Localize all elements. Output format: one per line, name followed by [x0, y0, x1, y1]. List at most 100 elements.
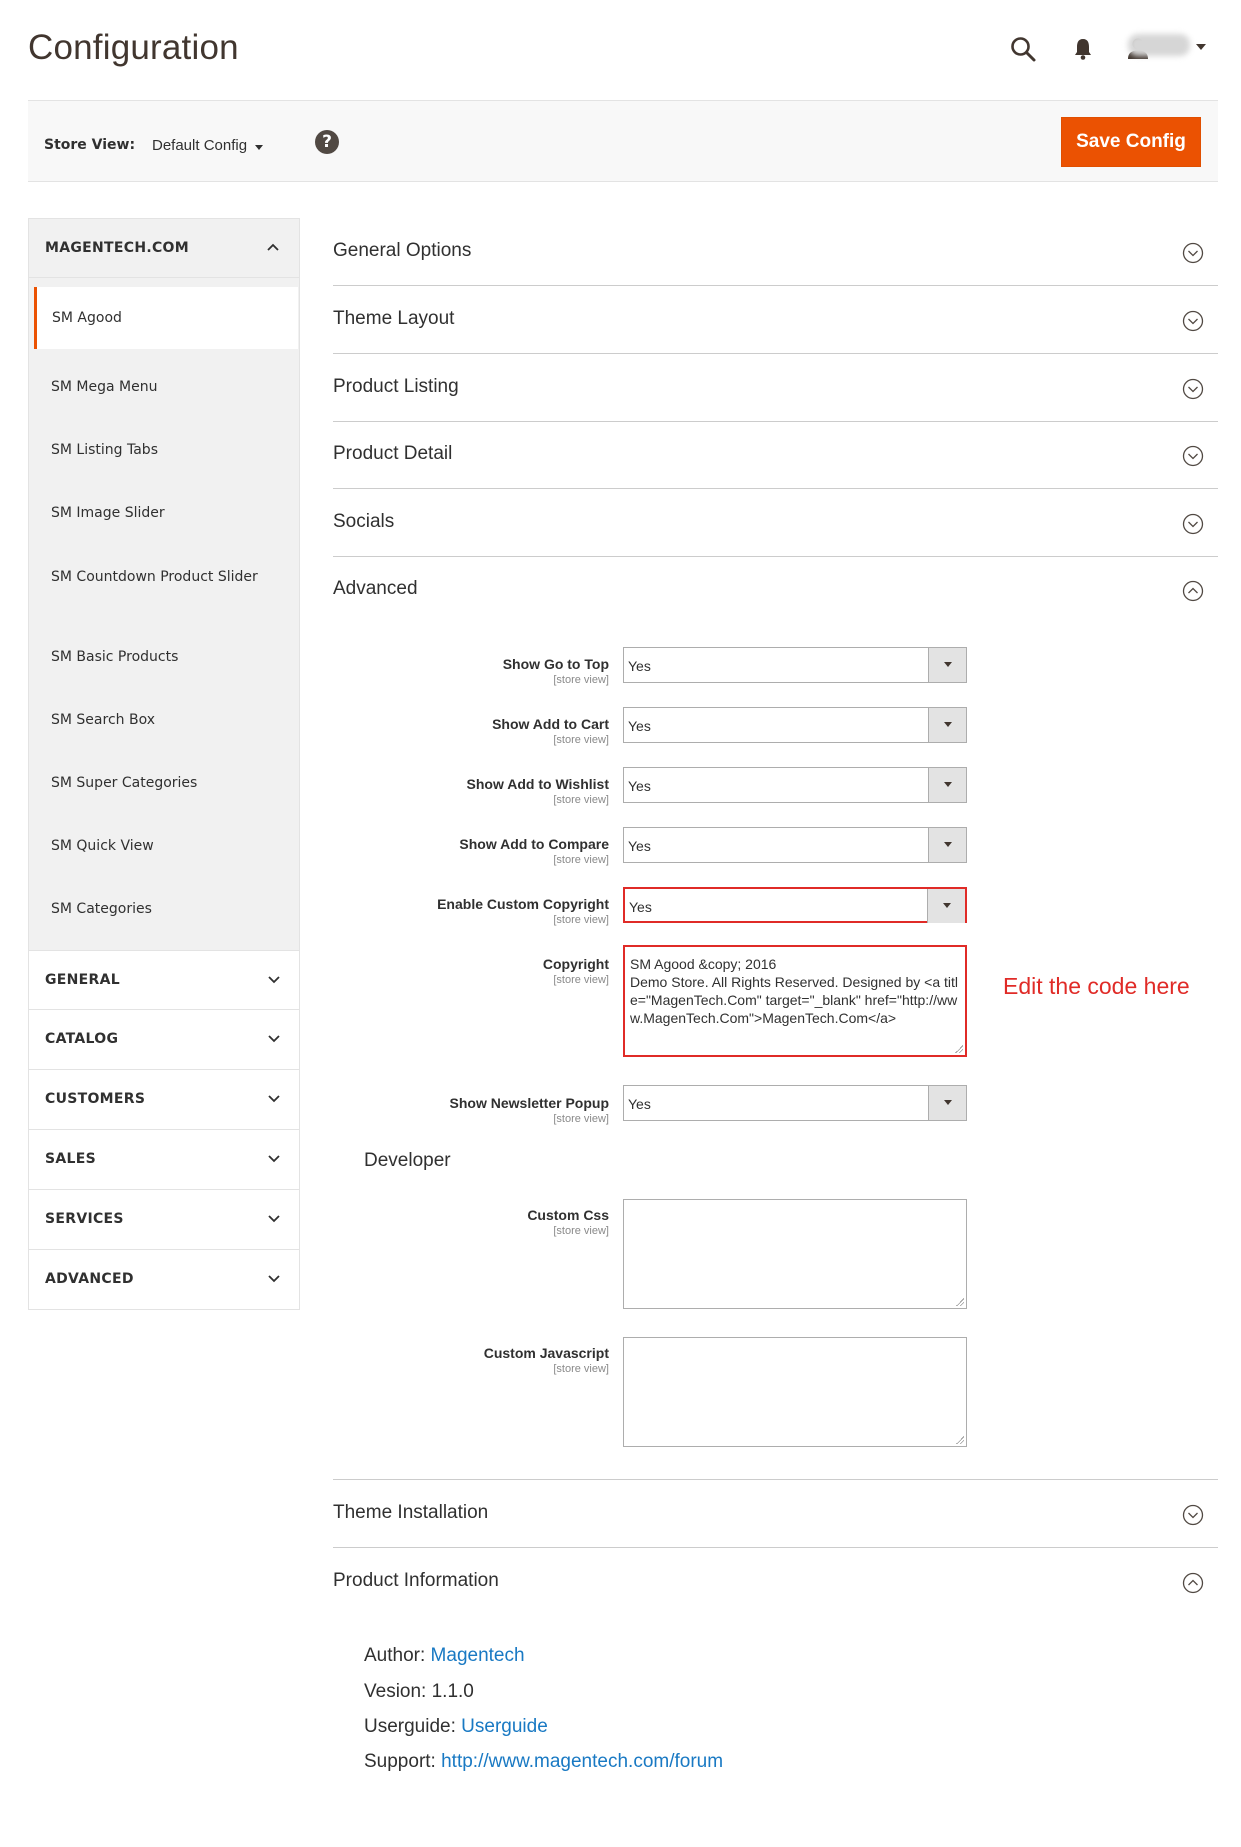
sidebar-item-sm-countdown-product-slider[interactable]: SM Countdown Product Slider — [36, 568, 266, 586]
field-scope: [store view] — [553, 674, 609, 686]
resize-handle-icon[interactable] — [955, 1045, 963, 1053]
page-title: Configuration — [28, 28, 239, 67]
custom-javascript-textarea[interactable] — [623, 1337, 967, 1447]
sidebar-tab-sales[interactable]: SALES — [28, 1130, 300, 1190]
info-support-row: Support: http://www.magentech.com/forum — [364, 1751, 723, 1773]
select-value: Yes — [628, 1096, 651, 1112]
dropdown-arrow-icon — [927, 889, 965, 923]
field-scope: [store view] — [553, 794, 609, 806]
sidebar-item-sm-basic-products[interactable]: SM Basic Products — [36, 649, 300, 665]
expand-icon — [1182, 513, 1204, 535]
section-title: Product Listing — [333, 376, 459, 397]
expand-icon — [1182, 378, 1204, 400]
sidebar-tab-label: SERVICES — [45, 1211, 124, 1227]
user-menu-caret-icon[interactable] — [1196, 44, 1206, 50]
user-name-redacted[interactable] — [1128, 34, 1190, 56]
show-add-to-wishlist-select[interactable]: Yes — [623, 767, 967, 803]
info-version-value: 1.1.0 — [431, 1681, 474, 1702]
section-advanced[interactable]: Advanced — [333, 556, 1218, 624]
field-label-enable-custom-copyright: Enable Custom Copyright — [437, 896, 609, 912]
section-socials[interactable]: Socials — [333, 489, 1218, 557]
sidebar-tab-label: CATALOG — [45, 1031, 119, 1047]
sidebar-item-sm-image-slider[interactable]: SM Image Slider — [36, 505, 300, 521]
sidebar-tab-services[interactable]: SERVICES — [28, 1190, 300, 1250]
field-scope: [store view] — [553, 1113, 609, 1125]
sidebar-item-sm-agood[interactable]: SM Agood — [34, 287, 298, 349]
userguide-link[interactable]: Userguide — [461, 1716, 548, 1737]
dropdown-arrow-icon — [928, 1086, 966, 1120]
sidebar-item-sm-listing-tabs[interactable]: SM Listing Tabs — [36, 442, 300, 458]
save-config-button[interactable]: Save Config — [1061, 117, 1201, 167]
dropdown-arrow-icon — [928, 648, 966, 682]
store-view-switcher[interactable]: Default Config — [152, 137, 247, 154]
developer-group-title: Developer — [364, 1150, 451, 1171]
collapse-icon — [1182, 580, 1204, 602]
select-value: Yes — [629, 899, 652, 915]
sidebar-item-sm-mega-menu[interactable]: SM Mega Menu — [36, 379, 300, 395]
section-product-information[interactable]: Product Information — [333, 1548, 1218, 1616]
store-view-caret-icon[interactable] — [255, 145, 263, 150]
sidebar-tab-title: MAGENTECH.COM — [45, 240, 189, 256]
info-userguide-label: Userguide: — [364, 1716, 456, 1737]
info-support-label: Support: — [364, 1751, 436, 1772]
chevron-up-icon[interactable] — [266, 240, 280, 254]
resize-handle-icon[interactable] — [956, 1436, 964, 1444]
sidebar-tab-catalog[interactable]: CATALOG — [28, 1010, 300, 1070]
help-icon[interactable]: ? — [315, 130, 339, 154]
section-general-options[interactable]: General Options — [333, 218, 1218, 286]
copyright-text: SM Agood &copy; 2016 Demo Store. All Rig… — [630, 956, 958, 1026]
info-version-row: Vesion: 1.1.0 — [364, 1681, 474, 1703]
field-scope: [store view] — [553, 974, 609, 986]
dropdown-arrow-icon — [928, 828, 966, 862]
chevron-down-icon — [268, 1035, 280, 1043]
author-link[interactable]: Magentech — [431, 1645, 525, 1666]
annotation-edit-code: Edit the code here — [1003, 973, 1190, 999]
custom-css-textarea[interactable] — [623, 1199, 967, 1309]
chevron-down-icon — [268, 976, 280, 984]
sidebar-item-sm-search-box[interactable]: SM Search Box — [36, 712, 300, 728]
field-label-show-add-to-cart: Show Add to Cart — [492, 716, 609, 732]
select-value: Yes — [628, 838, 651, 854]
show-go-to-top-select[interactable]: Yes — [623, 647, 967, 683]
expand-icon — [1182, 445, 1204, 467]
sidebar-tab-general[interactable]: GENERAL — [28, 950, 300, 1010]
info-userguide-row: Userguide: Userguide — [364, 1716, 548, 1738]
sidebar-tab-label: GENERAL — [45, 972, 120, 988]
sidebar-tab-advanced[interactable]: ADVANCED — [28, 1250, 300, 1310]
field-label-custom-javascript: Custom Javascript — [483, 1345, 609, 1361]
select-value: Yes — [628, 778, 651, 794]
section-product-listing[interactable]: Product Listing — [333, 354, 1218, 422]
section-title: Socials — [333, 511, 395, 532]
copyright-textarea[interactable]: SM Agood &copy; 2016 Demo Store. All Rig… — [623, 945, 967, 1057]
chevron-down-icon — [268, 1215, 280, 1223]
field-label-custom-css: Custom Css — [527, 1207, 609, 1223]
dropdown-arrow-icon — [928, 708, 966, 742]
info-version-label: Vesion: — [364, 1681, 427, 1702]
collapse-icon — [1182, 1572, 1204, 1594]
field-label-show-add-to-wishlist: Show Add to Wishlist — [466, 776, 609, 792]
sidebar-item-sm-super-categories[interactable]: SM Super Categories — [36, 775, 300, 791]
sidebar-tab-label: ADVANCED — [45, 1271, 134, 1287]
section-title: Advanced — [333, 578, 418, 599]
show-newsletter-popup-select[interactable]: Yes — [623, 1085, 967, 1121]
section-title: Product Detail — [333, 443, 453, 464]
resize-handle-icon[interactable] — [956, 1298, 964, 1306]
sidebar-tab-customers[interactable]: CUSTOMERS — [28, 1070, 300, 1130]
sidebar-item-sm-categories[interactable]: SM Categories — [36, 901, 300, 917]
field-label-show-go-to-top: Show Go to Top — [502, 656, 609, 672]
show-add-to-compare-select[interactable]: Yes — [623, 827, 967, 863]
section-theme-installation[interactable]: Theme Installation — [333, 1480, 1218, 1548]
store-view-label: Store View: — [44, 137, 136, 153]
search-icon[interactable] — [1008, 34, 1038, 64]
section-theme-layout[interactable]: Theme Layout — [333, 286, 1218, 354]
enable-custom-copyright-select[interactable]: Yes — [623, 887, 967, 923]
show-add-to-cart-select[interactable]: Yes — [623, 707, 967, 743]
info-author-label: Author: — [364, 1645, 426, 1666]
support-link[interactable]: http://www.magentech.com/forum — [441, 1751, 723, 1772]
expand-icon — [1182, 1504, 1204, 1526]
sidebar-tab-label: SALES — [45, 1151, 96, 1167]
sidebar-item-sm-quick-view[interactable]: SM Quick View — [36, 838, 300, 854]
bell-icon[interactable] — [1068, 34, 1098, 64]
section-title: General Options — [333, 240, 472, 261]
section-product-detail[interactable]: Product Detail — [333, 421, 1218, 489]
